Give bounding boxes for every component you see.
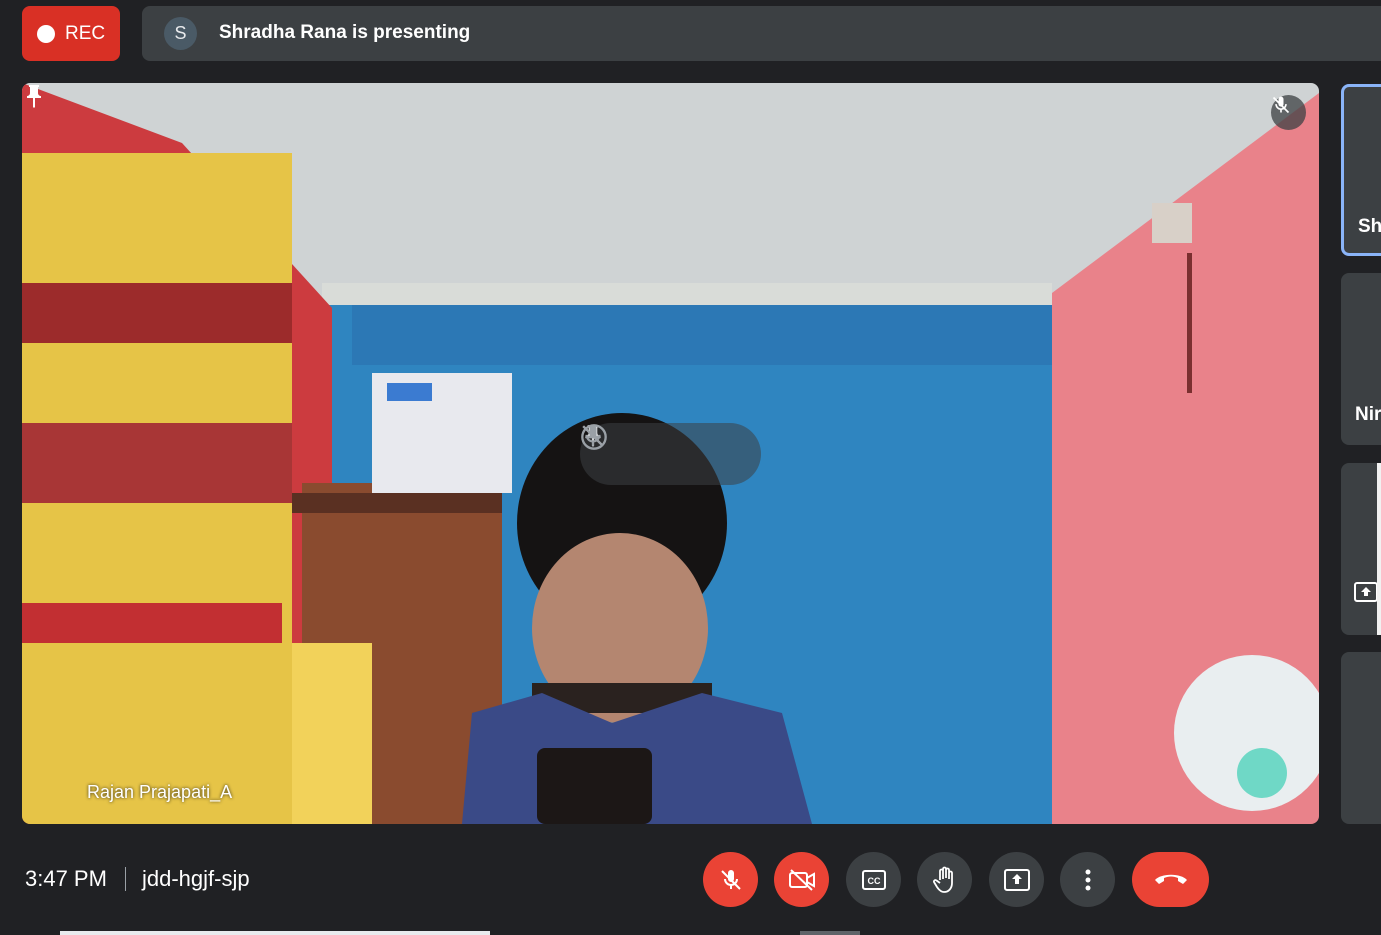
record-dot-icon xyxy=(37,24,55,43)
svg-text:CC: CC xyxy=(867,876,880,886)
mic-toggle-button[interactable] xyxy=(703,852,758,907)
side-tile-name: Nir xyxy=(1355,404,1381,425)
presenter-avatar: S xyxy=(164,17,197,50)
side-tile-presentation[interactable] xyxy=(1341,463,1381,635)
divider xyxy=(125,867,126,891)
raise-hand-icon xyxy=(932,866,953,893)
raise-hand-button[interactable] xyxy=(917,852,972,907)
pinned-icon xyxy=(27,85,41,108)
tile-mic-off-icon xyxy=(1271,95,1306,130)
present-screen-icon xyxy=(1003,868,1030,891)
bottom-indicator xyxy=(60,931,490,935)
leave-call-icon xyxy=(1154,874,1187,884)
side-tile-4[interactable] xyxy=(1341,652,1381,824)
meeting-code[interactable]: jdd-hgjf-sjp xyxy=(142,866,250,892)
bottom-indicator-secondary xyxy=(800,931,860,935)
recording-indicator[interactable]: REC xyxy=(22,6,120,61)
meeting-time: 3:47 PM xyxy=(25,866,107,891)
captions-icon: CC xyxy=(861,869,886,890)
participant-name: Rajan Prajapati_A xyxy=(87,782,233,802)
mute-participant-icon[interactable] xyxy=(582,425,691,474)
present-screen-icon xyxy=(1354,582,1378,602)
mic-off-icon xyxy=(720,869,741,890)
tile-hover-controls xyxy=(580,423,761,485)
leave-call-button[interactable] xyxy=(1132,852,1209,907)
more-options-icon xyxy=(1085,869,1090,890)
side-tile-1[interactable]: Sh xyxy=(1341,84,1381,256)
present-now-button[interactable] xyxy=(989,852,1044,907)
presentation-thumbnail xyxy=(1377,463,1381,635)
camera-off-icon xyxy=(788,868,815,891)
camera-toggle-button[interactable] xyxy=(774,852,829,907)
presenting-text: Shradha Rana is presenting xyxy=(219,22,471,43)
presenting-banner[interactable]: S Shradha Rana is presenting xyxy=(142,6,1381,61)
side-tile-2[interactable]: Nir xyxy=(1341,273,1381,445)
remove-participant-icon[interactable] xyxy=(581,424,746,474)
recording-label: REC xyxy=(65,22,106,44)
more-options-button[interactable] xyxy=(1060,852,1115,907)
captions-button[interactable]: CC xyxy=(846,852,901,907)
side-tile-name: Sh xyxy=(1358,216,1381,237)
main-video-tile[interactable]: Rajan Prajapati_A xyxy=(22,83,1319,824)
